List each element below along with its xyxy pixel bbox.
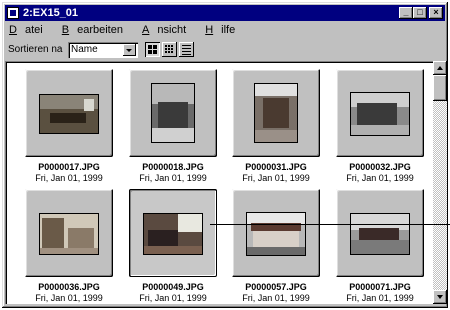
sort-select[interactable]: Name [68,42,138,58]
sort-label: Sortieren na [8,44,63,55]
thumbnail-frame[interactable] [25,189,113,277]
small-thumbnails-button[interactable] [162,42,177,57]
details-view-button[interactable] [179,42,194,57]
thumbnail-frame[interactable] [336,69,424,157]
scroll-down-arrow-icon[interactable] [433,290,447,304]
menu-datei[interactable]: Datei [7,22,49,38]
file-name: P0000032.JPG [349,162,411,172]
photo-thumbnail [151,83,195,143]
photo-thumbnail [350,213,410,255]
thumbnail-frame[interactable] [129,69,217,157]
thumbnail-item[interactable]: P0000031.JPG Fri, Jan 01, 1999 [230,66,326,184]
maximize-button[interactable]: □ [413,7,427,19]
thumbnail-item[interactable]: P0000036.JPG Fri, Jan 01, 1999 [23,186,119,304]
file-name: P0000036.JPG [38,282,100,292]
app-icon[interactable] [7,7,19,19]
callout-line [210,224,450,225]
thumbnail-frame[interactable] [336,189,424,277]
vertical-scrollbar[interactable] [433,61,447,304]
thumbnail-item[interactable]: P0000049.JPG Fri, Jan 01, 1999 [127,186,223,304]
menu-bar: Datei Bearbeiten Ansicht Hilfe [5,22,445,38]
file-date: Fri, Jan 01, 1999 [139,293,207,303]
file-name: P0000071.JPG [349,282,411,292]
photo-thumbnail [143,213,203,255]
thumbnail-frame[interactable] [232,189,320,277]
thumbnail-frame-selected[interactable] [129,189,217,277]
close-button[interactable]: × [429,7,443,19]
photo-thumbnail [246,212,306,256]
file-date: Fri, Jan 01, 1999 [242,293,310,303]
title-bar[interactable]: 2:EX15_01 _ □ × [5,5,445,21]
thumbnail-grid[interactable]: P0000017.JPG Fri, Jan 01, 1999 P0000018.… [5,61,433,304]
menu-ansicht[interactable]: Ansicht [140,22,192,38]
file-date: Fri, Jan 01, 1999 [346,293,414,303]
scroll-up-arrow-icon[interactable] [433,61,447,75]
thumbnail-item[interactable]: P0000018.JPG Fri, Jan 01, 1999 [127,66,223,184]
photo-thumbnail [254,83,298,143]
file-date: Fri, Jan 01, 1999 [242,173,310,183]
file-date: Fri, Jan 01, 1999 [346,173,414,183]
file-date: Fri, Jan 01, 1999 [139,173,207,183]
thumbnail-frame[interactable] [25,69,113,157]
photo-thumbnail [350,92,410,136]
file-name: P0000018.JPG [142,162,204,172]
thumbnail-item[interactable]: P0000032.JPG Fri, Jan 01, 1999 [334,66,430,184]
file-name: P0000049.JPG [142,282,204,292]
large-thumbnails-button[interactable] [145,42,160,57]
file-name: P0000017.JPG [38,162,100,172]
file-name: P0000031.JPG [245,162,307,172]
menu-bearbeiten[interactable]: Bearbeiten [60,22,129,38]
thumbnail-item[interactable]: P0000071.JPG Fri, Jan 01, 1999 [334,186,430,304]
minimize-button[interactable]: _ [399,7,413,19]
window-title: 2:EX15_01 [23,7,79,19]
thumbnail-item[interactable]: P0000017.JPG Fri, Jan 01, 1999 [23,66,119,184]
menu-hilfe[interactable]: Hilfe [203,22,241,38]
chevron-down-icon[interactable] [123,44,136,56]
thumbnail-frame[interactable] [232,69,320,157]
file-name: P0000057.JPG [245,282,307,292]
sort-value: Name [71,44,98,55]
photo-thumbnail [39,213,99,255]
photo-thumbnail [39,94,99,134]
thumbnail-item[interactable]: P0000057.JPG Fri, Jan 01, 1999 [230,186,326,304]
toolbar: Sortieren na Name [5,39,445,61]
scroll-thumb[interactable] [433,75,447,101]
file-date: Fri, Jan 01, 1999 [35,293,103,303]
file-date: Fri, Jan 01, 1999 [35,173,103,183]
